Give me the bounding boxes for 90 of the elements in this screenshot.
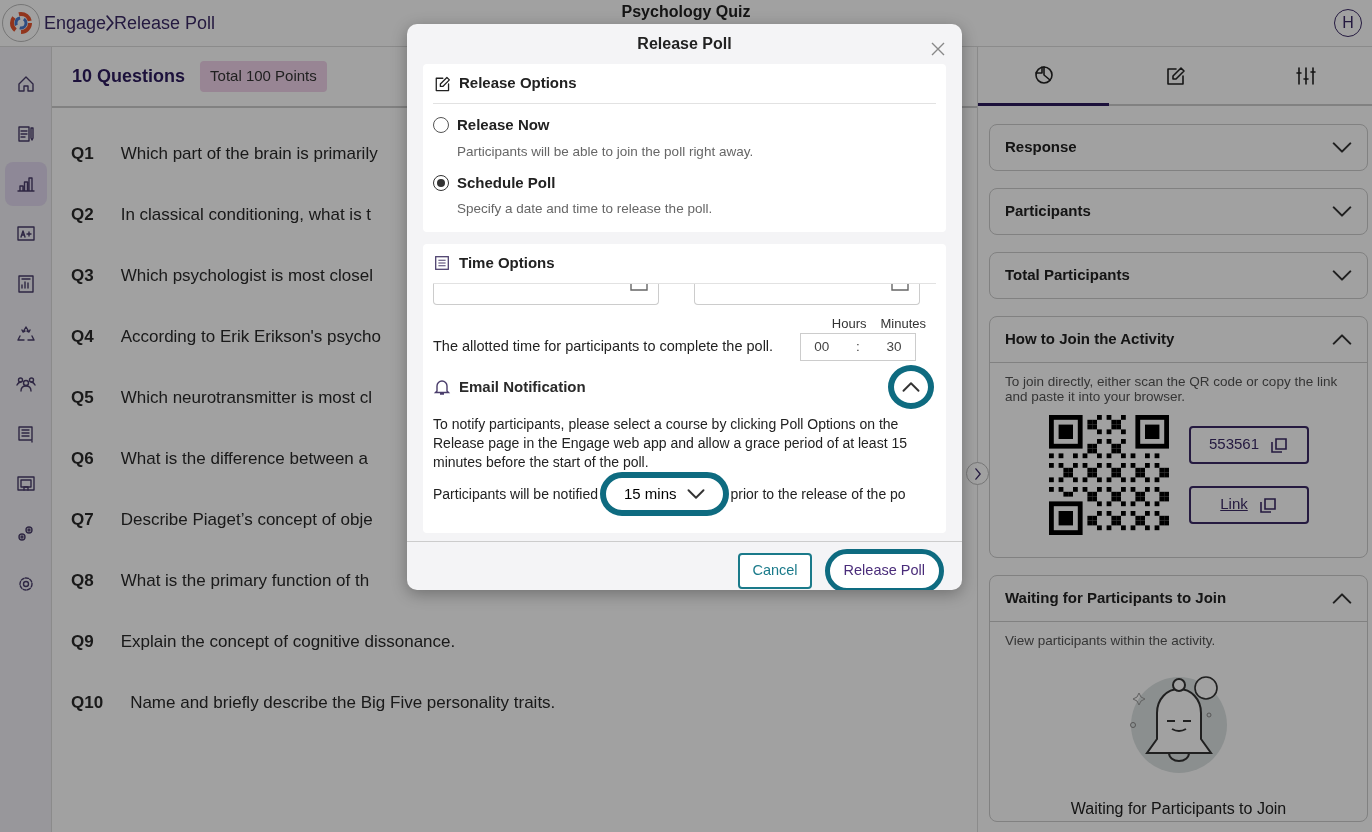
presentation-icon <box>15 474 36 494</box>
question-text[interactable]: What is the difference between a <box>120 445 368 472</box>
edit-icon <box>433 74 451 93</box>
question-number: Q5 <box>71 386 94 409</box>
radio-label[interactable]: Schedule Poll <box>457 171 556 195</box>
option-description: Participants will be able to join the poll right away. <box>457 142 755 161</box>
question-text[interactable]: Explain the concept of cognitive dissonance. <box>120 628 456 655</box>
pie-chart-icon <box>1032 64 1055 86</box>
question-text[interactable]: What is the primary function of th <box>120 567 370 594</box>
accordion-header[interactable]: Response <box>990 125 1367 170</box>
join-instructions: To join directly, either scan the QR code or copy the link and paste it into your browser. <box>1005 375 1339 405</box>
recycle-icon <box>15 324 36 344</box>
report-icon <box>15 274 36 294</box>
grade-sheet-icon <box>15 224 36 244</box>
collapse-button[interactable] <box>888 365 934 409</box>
copy-code-button[interactable]: 553561 <box>1189 425 1309 464</box>
duration-field[interactable]: 00 : 30 <box>800 333 916 361</box>
question-number: Q4 <box>71 325 94 348</box>
panel-toggle[interactable] <box>966 462 989 485</box>
accordion-header[interactable]: How to Join the Activity <box>990 317 1367 362</box>
gears-icon <box>15 524 36 544</box>
sliders-icon <box>1295 64 1318 87</box>
option-description: Specify a date and time to release the poll. <box>457 200 714 219</box>
accordion-header[interactable]: Waiting for Participants to Join <box>990 575 1367 621</box>
question-text[interactable]: Which psychologist is most closel <box>120 262 373 289</box>
sidebar-item[interactable] <box>4 162 47 206</box>
close-icon <box>930 40 946 57</box>
duration-label: The allotted time for participants to complete the poll. <box>433 337 774 357</box>
points-tag: Total 100 Points <box>200 61 327 92</box>
waiting-caption: Waiting for Participants to Join <box>1069 798 1288 819</box>
list-icon <box>433 254 451 272</box>
notification-note: To notify participants, please select a course by clicking Poll Options on the Release page in the Engage web app and allow a grace period of at least 15 minutes before the start of the poll. <box>433 415 908 473</box>
radio-button[interactable] <box>433 175 449 191</box>
question-text[interactable]: Describe Piaget’s concept of obje <box>120 506 373 533</box>
hours-label: Hours <box>831 314 867 333</box>
cancel-button[interactable]: Cancel <box>738 553 812 589</box>
question-number: Q1 <box>71 142 94 165</box>
question-number: Q8 <box>71 569 94 592</box>
bell-icon <box>433 378 451 396</box>
question-count: 10 Questions <box>72 65 186 88</box>
question-number: Q3 <box>71 264 94 287</box>
date-field[interactable] <box>433 283 659 305</box>
expand-icon <box>1332 142 1352 153</box>
chevron-icon <box>974 467 981 480</box>
section-title: Time Options <box>459 252 555 273</box>
question-text[interactable]: According to Erik Erikson's psycho <box>120 323 381 350</box>
question-number: Q2 <box>71 203 94 226</box>
collapse-icon <box>902 382 920 392</box>
accordion-header[interactable]: Total Participants <box>990 253 1367 298</box>
question-text[interactable]: Which neurotransmitter is most cl <box>120 384 372 411</box>
breadcrumb-link[interactable]: Engage <box>44 9 107 37</box>
notify-label: prior to the release of the po <box>730 484 906 504</box>
page-title: Psychology Quiz <box>621 3 751 20</box>
breadcrumb-separator-icon <box>106 15 115 31</box>
release-poll-button[interactable]: Release Poll <box>824 549 944 590</box>
question-text[interactable]: Name and briefly describe the Big Five personality traits. <box>130 689 556 716</box>
minutes-label: Minutes <box>880 314 926 333</box>
question-number: Q10 <box>71 691 104 714</box>
list-icon <box>15 424 36 444</box>
expand-icon <box>1332 270 1352 281</box>
logo-icon <box>8 10 34 36</box>
document-icon <box>15 124 36 144</box>
calendar-icon <box>630 283 648 291</box>
copy-link-button[interactable]: Link <box>1189 485 1309 524</box>
section-title: Email Notification <box>459 376 586 397</box>
question-number: Q9 <box>71 630 94 653</box>
breadcrumb-link[interactable]: Release Poll <box>114 9 216 37</box>
home-icon <box>15 74 36 94</box>
collapse-icon <box>1332 592 1352 604</box>
expand-icon <box>1332 206 1352 217</box>
accordion-header[interactable]: Participants <box>990 189 1367 234</box>
dialog-title: Release Poll <box>637 34 732 54</box>
question-text[interactable]: In classical conditioning, what is t <box>120 201 372 228</box>
date-field[interactable] <box>694 283 920 305</box>
section-title: Release Options <box>459 73 577 94</box>
people-icon <box>15 374 36 394</box>
collapse-icon <box>1332 334 1352 345</box>
notify-label: Participants will be notified <box>433 484 598 504</box>
calendar-icon <box>891 283 909 291</box>
radio-label[interactable]: Release Now <box>457 114 550 137</box>
question-text[interactable]: Which part of the brain is primarily <box>120 140 378 167</box>
app-logo[interactable] <box>2 4 40 42</box>
caret-icon <box>686 489 705 500</box>
edit-icon <box>1164 64 1186 87</box>
notify-time-dropdown[interactable]: 15 mins <box>600 472 729 517</box>
participants-hint: View participants within the activity. <box>1005 633 1217 649</box>
radio-button[interactable] <box>433 117 449 134</box>
bar-chart-icon <box>15 174 36 194</box>
question-number: Q6 <box>71 447 94 470</box>
question-number: Q7 <box>71 508 94 531</box>
